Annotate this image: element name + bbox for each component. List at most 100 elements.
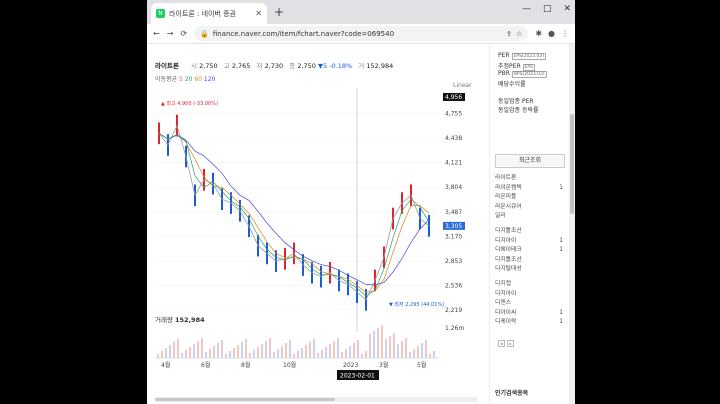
recent-item-name: 라온피플: [495, 194, 517, 201]
close-tab-icon[interactable]: ✕: [255, 9, 262, 18]
bookmark-star-icon[interactable]: ☆: [516, 30, 522, 38]
recent-item[interactable]: 디지아이 1: [495, 237, 563, 247]
volume-bar: [253, 350, 255, 358]
volume-bar: [173, 342, 175, 358]
volume-bar: [301, 348, 303, 358]
x-tick-label: 5월: [417, 361, 426, 369]
recent-list: 라이트론 라이온켐텍 1 라온피플 라온시큐어 딜리 디지틀조선 디지아이 1 디에이테크 1 디지틀…: [495, 174, 563, 328]
moving-average-legend: 이동평균 5 20 60 120: [155, 74, 215, 83]
browser-tab[interactable]: N 라이트론 : 네이버 증권 ✕: [151, 3, 267, 24]
volume-bar: [397, 344, 399, 358]
x-tick-label: 3월: [379, 361, 388, 369]
y-tick-label: 4,121: [445, 160, 462, 167]
volume-value: 152,984: [366, 62, 394, 70]
per-box[interactable]: EPS(2023.03): [511, 53, 547, 60]
forward-icon[interactable]: →: [167, 29, 174, 38]
recent-item-value: 1: [559, 247, 563, 254]
popular-search-title: 인기검색종목: [495, 390, 529, 397]
extensions-icon[interactable]: ✱: [535, 29, 542, 38]
high-label: 고: [223, 62, 230, 70]
volume-bar: [329, 344, 331, 358]
recent-item-name: 딜리: [495, 213, 506, 220]
volume-bar: [165, 348, 167, 358]
recent-item[interactable]: 디에이테크 1: [495, 246, 563, 256]
volume-bar: [413, 349, 415, 358]
share-icon[interactable]: ⇪: [506, 30, 512, 38]
recent-item[interactable]: 라이트론: [495, 174, 563, 184]
ma-20[interactable]: 20: [185, 76, 193, 83]
volume-bar: [317, 353, 319, 358]
tab-bar: N 라이트론 : 네이버 증권 ✕ + — □ ✕: [147, 0, 575, 24]
volume-bar: [277, 349, 279, 358]
close-window-icon[interactable]: ✕: [563, 4, 571, 14]
volume-bar: [389, 336, 391, 358]
reload-icon[interactable]: ⟳: [180, 29, 187, 38]
volume-bar: [213, 346, 215, 358]
pbr-label: PBR: [498, 70, 510, 77]
volume-bar: [321, 350, 323, 358]
ma-5[interactable]: 5: [179, 76, 183, 83]
pbr-box[interactable]: BPS(2023.03): [511, 71, 547, 78]
recent-item[interactable]: 디지캡: [495, 280, 563, 290]
pbr-row: PBR BPS(2023.03): [498, 70, 547, 78]
recent-item[interactable]: 디젠스: [495, 299, 563, 309]
volume-bar: [305, 345, 307, 358]
x-tick-label: 4월: [161, 361, 170, 369]
y-tick-label: 3,487: [445, 209, 462, 216]
recent-item-name: 디지털대성: [495, 266, 522, 273]
next-page-icon[interactable]: ▸: [507, 340, 514, 347]
naver-favicon-icon: N: [156, 9, 165, 18]
recent-item[interactable]: 디케이락 1: [495, 318, 563, 328]
recent-item[interactable]: 라온시큐어: [495, 203, 563, 213]
recent-item-value: 1: [559, 237, 563, 244]
profile-icon[interactable]: ●: [548, 29, 555, 38]
volume-bar: [193, 344, 195, 358]
volume-bar: [365, 351, 367, 358]
volume-bar: [345, 349, 347, 358]
recent-item[interactable]: 디지아이: [495, 290, 563, 300]
volume-bar: [285, 343, 287, 358]
ma-120[interactable]: 120: [204, 76, 215, 83]
volume-bar: [249, 353, 251, 358]
nav-bar: ← → ⟳ 🔒 finance.naver.com/item/fchart.na…: [147, 24, 575, 44]
recent-item[interactable]: 딜리: [495, 212, 563, 222]
prev-page-icon[interactable]: ◂: [498, 340, 505, 347]
volume-title: 거래량 152,984: [155, 315, 205, 324]
y-tick-label: 2,536: [445, 282, 462, 289]
back-icon[interactable]: ←: [153, 29, 160, 38]
page-scroll-thumb[interactable]: [570, 114, 574, 214]
recent-item-name: 라이온켐텍: [495, 184, 522, 191]
minimize-icon[interactable]: —: [522, 4, 531, 14]
window-controls: — □ ✕: [522, 4, 571, 14]
change-pct: -0.18%: [329, 62, 353, 70]
per-label: PER: [498, 52, 510, 59]
menu-icon[interactable]: ⋮: [561, 29, 569, 38]
url-text: finance.naver.com/item/fchart.naver?code…: [212, 29, 395, 38]
recent-item-value: 1: [559, 184, 563, 191]
maximize-icon[interactable]: □: [543, 4, 552, 14]
ma-60[interactable]: 60: [194, 76, 202, 83]
page-scrollbar[interactable]: [569, 44, 575, 404]
same-per-row: 동일업종 PER: [498, 96, 534, 105]
chart-horizontal-scrollbar[interactable]: [155, 397, 477, 402]
new-tab-icon[interactable]: +: [274, 5, 284, 19]
recent-item[interactable]: 라온피플: [495, 193, 563, 203]
price-chart[interactable]: 4,755 4,438 4,121 3,804 3,487 3,170 2,853 2,536…: [147, 88, 489, 388]
volume-bar: [333, 341, 335, 358]
scroll-thumb[interactable]: [155, 398, 335, 401]
recent-item[interactable]: 디지틀조선: [495, 227, 563, 237]
recent-pager: ◂ ▸: [498, 340, 514, 347]
recent-item-name: 디케이락: [495, 319, 517, 326]
recent-item[interactable]: 라이온켐텍 1: [495, 184, 563, 194]
recent-item[interactable]: 디지털대성: [495, 265, 563, 275]
volume-bar: [265, 341, 267, 358]
volume-bar: [417, 346, 419, 358]
recent-item-name: 디아이씨: [495, 309, 517, 316]
volume-bar: [217, 343, 219, 358]
y-tick-label: 2,853: [445, 258, 462, 265]
recent-item-name: 디지틀조선: [495, 256, 522, 263]
recent-item[interactable]: 디지틀조선: [495, 256, 563, 266]
recent-item[interactable]: 디아이씨 1: [495, 309, 563, 319]
address-bar[interactable]: 🔒 finance.naver.com/item/fchart.naver?co…: [194, 26, 529, 41]
recent-views-tab[interactable]: 최근조회: [495, 154, 565, 168]
